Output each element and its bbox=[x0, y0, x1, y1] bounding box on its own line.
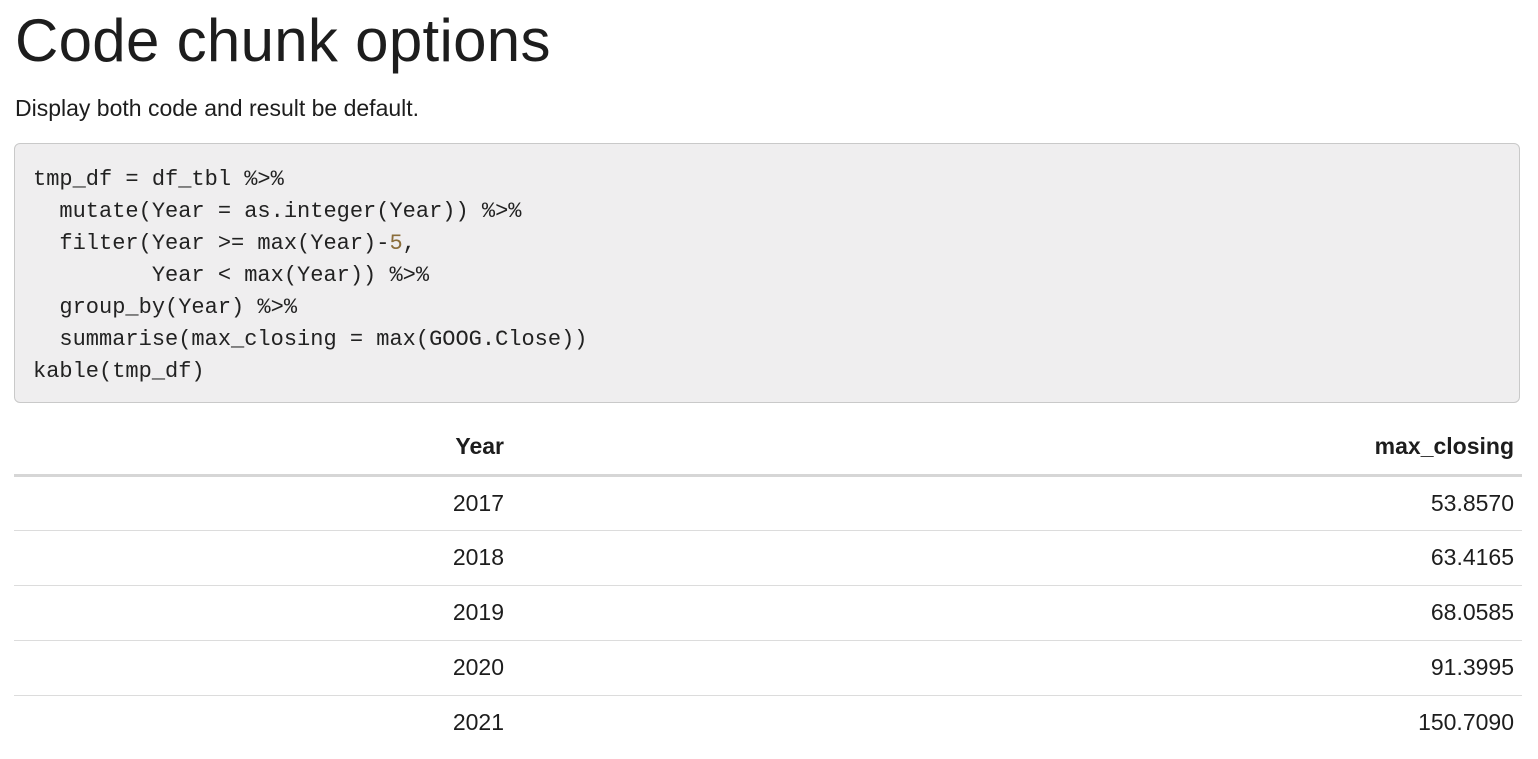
cell-year: 2018 bbox=[14, 530, 512, 586]
table-row: 2018 63.4165 bbox=[14, 530, 1522, 586]
cell-max-closing: 53.8570 bbox=[512, 475, 1522, 531]
column-header-year: Year bbox=[14, 420, 512, 477]
code-line-suffix: , bbox=[402, 231, 416, 256]
code-line: mutate(Year = as.integer(Year)) %>% bbox=[33, 199, 522, 224]
cell-year: 2019 bbox=[14, 585, 512, 641]
cell-max-closing: 68.0585 bbox=[512, 585, 1522, 641]
cell-max-closing: 150.7090 bbox=[1418, 709, 1514, 736]
cell-year: 2021 bbox=[452, 709, 504, 736]
code-line-text: filter(Year >= max(Year)- bbox=[33, 231, 390, 256]
cell-max-closing: 91.3995 bbox=[512, 640, 1522, 696]
table-header-row: Year max_closing bbox=[14, 420, 1522, 477]
code-text[interactable]: tmp_df = df_tbl %>% mutate(Year = as.int… bbox=[33, 164, 588, 388]
table-row: 2019 68.0585 bbox=[14, 585, 1522, 641]
result-table: Year max_closing 2017 53.8570 2018 63.41… bbox=[14, 420, 1522, 750]
code-line: kable(tmp_df) bbox=[33, 359, 205, 384]
code-block[interactable]: tmp_df = df_tbl %>% mutate(Year = as.int… bbox=[14, 143, 1520, 403]
table-row: 2021 150.7090 bbox=[14, 695, 1522, 750]
cell-year: 2020 bbox=[14, 640, 512, 696]
code-line: tmp_df = df_tbl %>% bbox=[33, 167, 284, 192]
code-line: Year < max(Year)) %>% bbox=[33, 263, 430, 288]
code-number-literal: 5 bbox=[389, 231, 403, 256]
page-title: Code chunk options bbox=[15, 7, 551, 74]
table-row: 2020 91.3995 bbox=[14, 640, 1522, 696]
code-line: group_by(Year) %>% bbox=[33, 295, 298, 320]
cell-year: 2017 bbox=[14, 475, 512, 531]
table-row: 2017 53.8570 bbox=[14, 475, 1522, 531]
code-line: summarise(max_closing = max(GOOG.Close)) bbox=[33, 327, 588, 352]
intro-paragraph: Display both code and result be default. bbox=[15, 95, 420, 121]
cell-max-closing: 63.4165 bbox=[512, 530, 1522, 586]
code-line: filter(Year >= max(Year)-5, bbox=[33, 228, 588, 260]
column-header-max-closing: max_closing bbox=[512, 420, 1522, 477]
